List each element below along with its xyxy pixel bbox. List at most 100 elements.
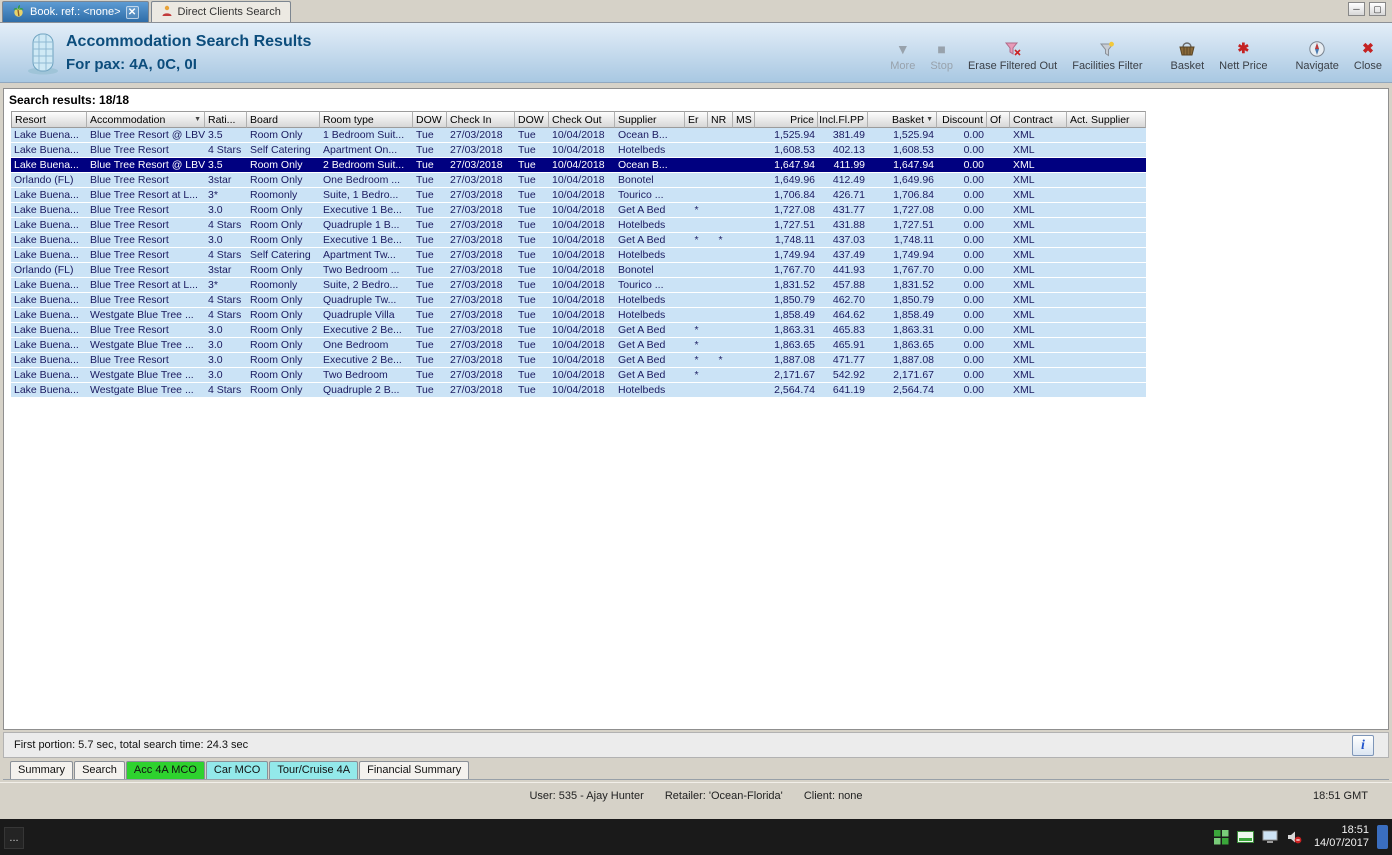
table-cell: 0.00 bbox=[963, 309, 984, 321]
table-row[interactable]: Lake Buena... Blue Tree Resort 4 Stars Room… bbox=[11, 293, 1146, 307]
tab-close-icon[interactable]: ✕ bbox=[125, 5, 139, 19]
column-header-room-type[interactable]: Room type bbox=[320, 111, 413, 128]
table-cell: 10/04/2018 bbox=[552, 369, 605, 381]
tab-summary[interactable]: Summary bbox=[10, 761, 74, 779]
column-header-incl-fl-pp[interactable]: Incl.Fl.PP bbox=[818, 111, 868, 128]
table-cell bbox=[987, 143, 1010, 157]
facilities-filter-button[interactable]: Facilities Filter bbox=[1072, 38, 1143, 72]
results-panel: Search results: 18/18 Resort Accommodatio… bbox=[3, 88, 1389, 730]
tab-car-mco[interactable]: Car MCO bbox=[205, 761, 269, 779]
table-cell: Roomonly bbox=[250, 279, 298, 291]
taskbar-clock[interactable]: 18:51 14/07/2017 bbox=[1314, 824, 1369, 850]
table-cell bbox=[733, 338, 755, 352]
filter-icon[interactable]: ▼ bbox=[194, 116, 201, 123]
table-cell bbox=[685, 158, 708, 172]
navigate-button[interactable]: Navigate bbox=[1295, 38, 1339, 72]
table-cell: Orlando (FL) bbox=[14, 264, 74, 276]
table-row[interactable]: Orlando (FL) Blue Tree Resort 3star Room On… bbox=[11, 173, 1146, 187]
table-row[interactable]: Lake Buena... Westgate Blue Tree ... 4 Sta… bbox=[11, 308, 1146, 322]
table-cell: Blue Tree Resort @ LBV bbox=[90, 129, 205, 141]
tray-card-icon[interactable] bbox=[1236, 831, 1254, 843]
column-header-resort[interactable]: Resort bbox=[11, 111, 87, 128]
tab-direct-clients-search[interactable]: Direct Clients Search bbox=[150, 1, 291, 22]
column-header-er[interactable]: Er bbox=[685, 111, 708, 128]
column-header-supplier[interactable]: Supplier bbox=[615, 111, 685, 128]
table-cell: 27/03/2018 bbox=[450, 159, 503, 171]
table-row[interactable]: Lake Buena... Blue Tree Resort 3.0 Room Onl… bbox=[11, 233, 1146, 247]
column-header-rati[interactable]: Rati... bbox=[205, 111, 247, 128]
column-header-accommodation[interactable]: Accommodation ▼ bbox=[87, 111, 205, 128]
table-cell: Get A Bed bbox=[618, 234, 666, 246]
table-row[interactable]: Lake Buena... Blue Tree Resort at L... 3* R… bbox=[11, 278, 1146, 292]
table-row[interactable]: Lake Buena... Blue Tree Resort @ LBV 3.5 Ro… bbox=[11, 158, 1146, 172]
tray-display-icon[interactable] bbox=[1262, 830, 1278, 844]
minimize-button[interactable]: ─ bbox=[1348, 2, 1365, 16]
table-cell: 27/03/2018 bbox=[450, 339, 503, 351]
table-cell: 10/04/2018 bbox=[552, 354, 605, 366]
tab-tour-cruise-4a[interactable]: Tour/Cruise 4A bbox=[269, 761, 359, 779]
table-cell: Tue bbox=[518, 144, 536, 156]
column-header-board[interactable]: Board bbox=[247, 111, 320, 128]
erase-filtered-out-button[interactable]: Erase Filtered Out bbox=[968, 38, 1057, 72]
column-header-nr[interactable]: NR bbox=[708, 111, 733, 128]
close-button[interactable]: ✖ Close bbox=[1354, 38, 1382, 72]
table-cell bbox=[708, 203, 733, 217]
table-cell: 402.13 bbox=[832, 144, 865, 156]
column-header-ms[interactable]: MS bbox=[733, 111, 755, 128]
table-row[interactable]: Lake Buena... Westgate Blue Tree ... 3.0 Ro… bbox=[11, 338, 1146, 352]
table-row[interactable]: Lake Buena... Blue Tree Resort 4 Stars Self… bbox=[11, 143, 1146, 157]
nett-price-button[interactable]: ✱ Nett Price bbox=[1219, 38, 1267, 72]
table-row[interactable]: Lake Buena... Blue Tree Resort @ LBV 3.5 Ro… bbox=[11, 128, 1146, 142]
table-row[interactable]: Lake Buena... Blue Tree Resort at L... 3* R… bbox=[11, 188, 1146, 202]
show-desktop-button[interactable] bbox=[1377, 825, 1388, 849]
table-cell: 10/04/2018 bbox=[552, 204, 605, 216]
column-header-act-supplier[interactable]: Act. Supplier bbox=[1067, 111, 1146, 128]
column-header-dow[interactable]: DOW bbox=[413, 111, 447, 128]
column-header-price[interactable]: Price bbox=[755, 111, 818, 128]
column-header-dow[interactable]: DOW bbox=[515, 111, 549, 128]
tab-booking-ref[interactable]: Book. ref.: <none> ✕ bbox=[2, 1, 149, 22]
stop-button[interactable]: ■ Stop bbox=[930, 38, 953, 73]
column-header-check-in[interactable]: Check In bbox=[447, 111, 515, 128]
info-button[interactable]: i bbox=[1352, 735, 1374, 756]
table-cell: 3.0 bbox=[208, 324, 223, 336]
table-cell: 0.00 bbox=[963, 144, 984, 156]
table-row[interactable]: Lake Buena... Blue Tree Resort 3.0 Room Onl… bbox=[11, 203, 1146, 217]
table-row[interactable]: Lake Buena... Westgate Blue Tree ... 4 Sta… bbox=[11, 383, 1146, 397]
table-cell bbox=[1067, 143, 1146, 157]
column-header-contract[interactable]: Contract bbox=[1010, 111, 1067, 128]
table-cell bbox=[1067, 233, 1146, 247]
table-row[interactable]: Lake Buena... Blue Tree Resort 4 Stars Room… bbox=[11, 218, 1146, 232]
column-header-basket[interactable]: Basket ▼ bbox=[868, 111, 937, 128]
taskbar-overflow-button[interactable]: ... bbox=[4, 827, 24, 849]
tab-acc-4a-mco[interactable]: Acc 4A MCO bbox=[125, 761, 205, 779]
table-cell: 4 Stars bbox=[208, 309, 242, 321]
basket-button[interactable]: Basket bbox=[1171, 38, 1204, 72]
sort-icon[interactable]: ▼ bbox=[926, 116, 933, 123]
table-row[interactable]: Lake Buena... Blue Tree Resort 4 Stars Self… bbox=[11, 248, 1146, 262]
table-row[interactable]: Lake Buena... Blue Tree Resort 3.0 Room Onl… bbox=[11, 353, 1146, 367]
tray-grid-icon[interactable] bbox=[1213, 829, 1229, 845]
tray-volume-icon[interactable] bbox=[1286, 830, 1302, 844]
table-row[interactable]: Orlando (FL) Blue Tree Resort 3star Room On… bbox=[11, 263, 1146, 277]
person-icon bbox=[161, 5, 173, 20]
table-cell: 4 Stars bbox=[208, 144, 242, 156]
tab-financial-summary[interactable]: Financial Summary bbox=[359, 761, 470, 779]
table-cell: Lake Buena... bbox=[14, 279, 79, 291]
table-cell: Room Only bbox=[250, 159, 303, 171]
table-row[interactable]: Lake Buena... Blue Tree Resort 3.0 Room Onl… bbox=[11, 323, 1146, 337]
more-button[interactable]: ▼ More bbox=[890, 38, 915, 73]
table-cell: Lake Buena... bbox=[14, 369, 79, 381]
tab-search[interactable]: Search bbox=[74, 761, 125, 779]
table-cell: * bbox=[694, 324, 699, 336]
table-cell: 1,727.08 bbox=[893, 204, 934, 216]
column-header-check-out[interactable]: Check Out bbox=[549, 111, 615, 128]
table-cell: 10/04/2018 bbox=[552, 219, 605, 231]
table-cell: Room Only bbox=[250, 219, 303, 231]
table-cell bbox=[733, 128, 755, 142]
table-cell: 1,647.94 bbox=[774, 159, 815, 171]
column-header-discount[interactable]: Discount bbox=[937, 111, 987, 128]
column-header-of[interactable]: Of bbox=[987, 111, 1010, 128]
maximize-button[interactable]: ▢ bbox=[1369, 2, 1386, 16]
table-row[interactable]: Lake Buena... Westgate Blue Tree ... 3.0 Ro… bbox=[11, 368, 1146, 382]
